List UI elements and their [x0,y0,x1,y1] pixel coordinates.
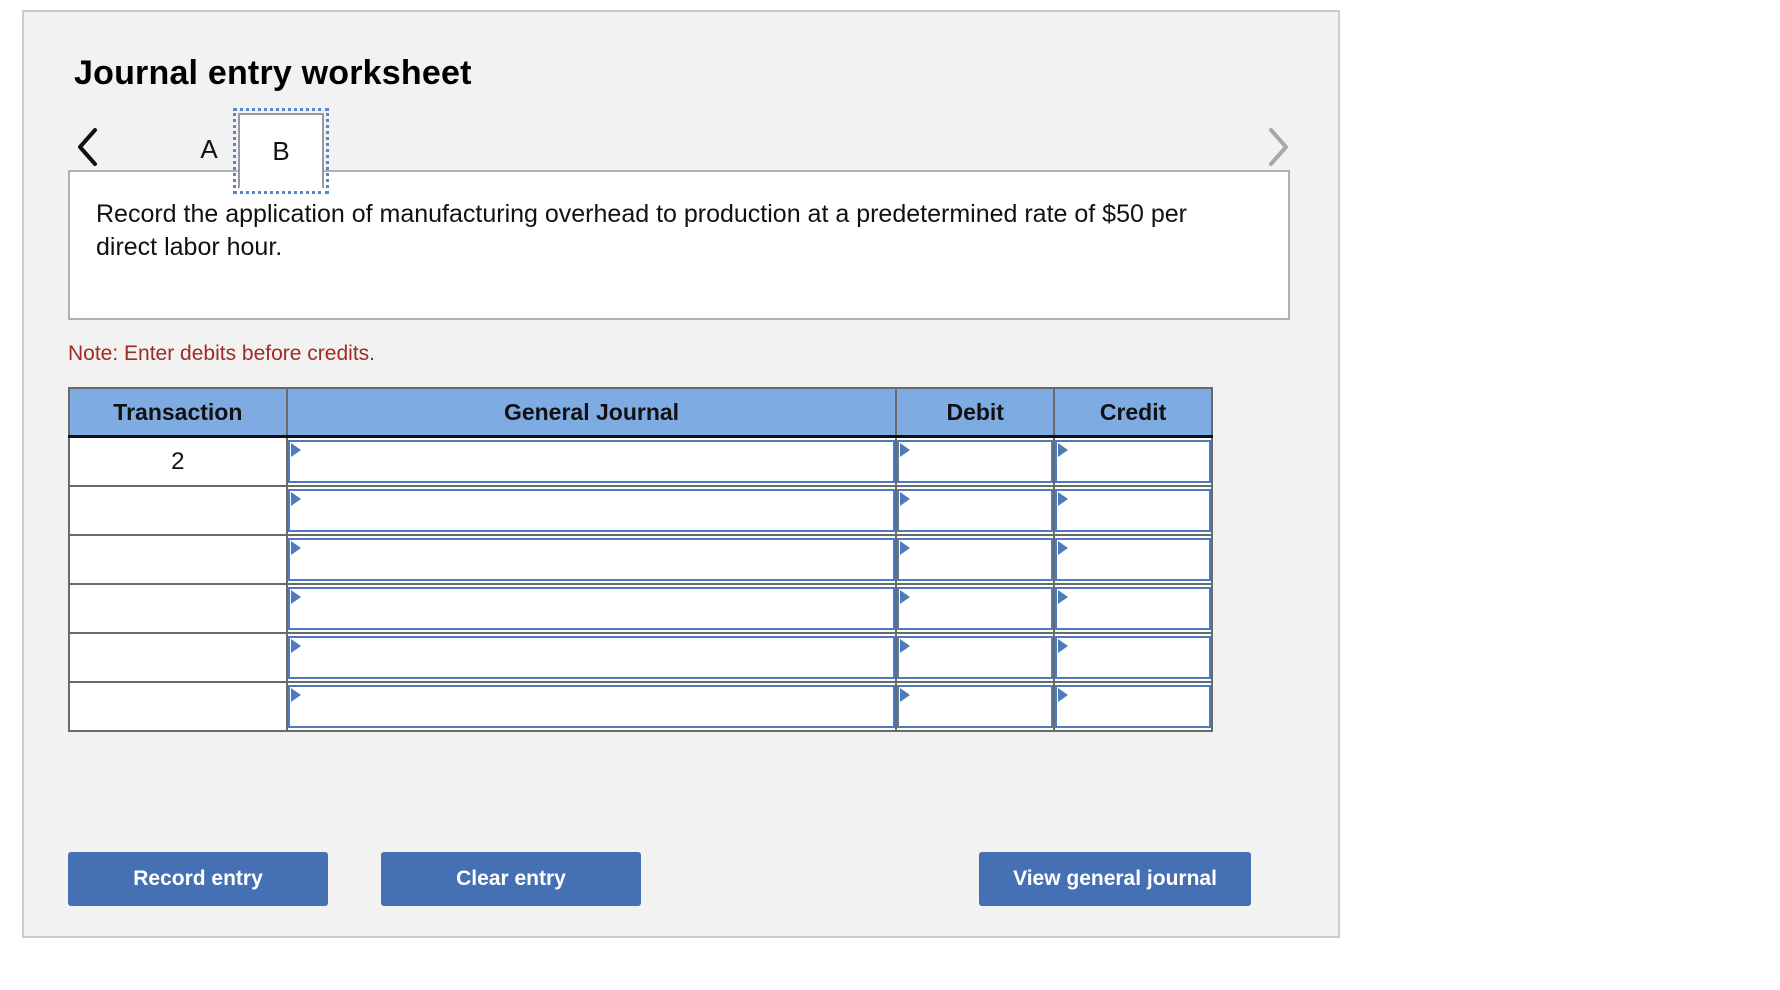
debit-input[interactable] [897,685,1054,728]
credit-cell[interactable] [1053,583,1213,634]
transaction-description-box: Record the application of manufacturing … [68,170,1290,320]
transaction-number-cell [68,485,288,536]
credit-input[interactable] [1055,489,1211,532]
credit-cell[interactable] [1053,681,1213,732]
transaction-number-cell [68,632,288,683]
chevron-left-icon [78,128,97,166]
general-journal-cell[interactable] [285,485,898,536]
dropdown-triangle-icon [900,590,911,604]
transaction-description-text: Record the application of manufacturing … [96,200,1187,261]
table-header-row: Transaction General Journal Debit Credit [68,387,1213,438]
journal-entry-table: Transaction General Journal Debit Credit… [68,387,1213,732]
dropdown-triangle-icon [290,639,301,653]
dropdown-triangle-icon [290,492,301,506]
tab-b-label: B [272,135,290,166]
view-general-journal-button[interactable]: View general journal [979,852,1251,906]
dropdown-triangle-icon [290,688,301,702]
debit-cell[interactable] [895,681,1056,732]
dropdown-triangle-icon [290,443,301,457]
dropdown-triangle-icon [290,590,301,604]
dropdown-triangle-icon [900,688,911,702]
general-journal-select[interactable] [287,587,896,630]
table-row [68,534,1213,585]
credit-input[interactable] [1055,685,1211,728]
general-journal-cell[interactable] [285,435,898,487]
column-header-credit: Credit [1053,387,1213,438]
column-header-general-journal: General Journal [285,387,898,438]
next-worksheet-button[interactable] [1256,117,1300,177]
credit-input[interactable] [1055,636,1211,679]
debit-input[interactable] [897,489,1054,532]
column-header-debit: Debit [895,387,1056,438]
debit-input[interactable] [897,636,1054,679]
general-journal-select[interactable] [287,636,896,679]
previous-worksheet-button[interactable] [66,117,110,177]
table-row [68,632,1213,683]
general-journal-cell[interactable] [285,583,898,634]
credit-input[interactable] [1055,587,1211,630]
chevron-right-icon [1269,128,1288,166]
debit-cell[interactable] [895,534,1056,585]
credit-cell[interactable] [1053,485,1213,536]
dropdown-triangle-icon [1058,688,1069,702]
dropdown-triangle-icon [1058,492,1069,506]
dropdown-triangle-icon [900,492,911,506]
record-entry-button[interactable]: Record entry [68,852,328,906]
dropdown-triangle-icon [1058,541,1069,555]
credit-cell[interactable] [1053,632,1213,683]
page-title: Journal entry worksheet [74,54,472,92]
credit-cell[interactable] [1053,435,1213,487]
debit-cell[interactable] [895,485,1056,536]
credit-input[interactable] [1055,440,1211,483]
dropdown-triangle-icon [1058,443,1069,457]
tab-a-label: A [200,133,218,164]
general-journal-cell[interactable] [285,681,898,732]
debit-input[interactable] [897,440,1054,483]
debit-cell[interactable] [895,632,1056,683]
clear-entry-button[interactable]: Clear entry [381,852,641,906]
general-journal-select[interactable] [287,489,896,532]
table-row [68,681,1213,732]
general-journal-select[interactable] [287,440,896,483]
column-header-transaction: Transaction [68,387,288,438]
dropdown-triangle-icon [900,639,911,653]
table-row [68,485,1213,536]
general-journal-select[interactable] [287,538,896,581]
journal-entry-worksheet-panel: Journal entry worksheet A B Record the a… [22,10,1340,938]
tab-b[interactable]: B [233,108,329,194]
dropdown-triangle-icon [1058,590,1069,604]
debit-cell[interactable] [895,435,1056,487]
transaction-number-cell [68,681,288,732]
table-row [68,583,1213,634]
dropdown-triangle-icon [1058,639,1069,653]
table-row: 2 [68,435,1213,487]
transaction-number-cell [68,534,288,585]
debit-input[interactable] [897,538,1054,581]
dropdown-triangle-icon [900,443,911,457]
general-journal-cell[interactable] [285,632,898,683]
transaction-number-cell [68,583,288,634]
debits-before-credits-note: Note: Enter debits before credits. [68,342,375,365]
transaction-number-cell: 2 [68,435,288,487]
dropdown-triangle-icon [900,541,911,555]
general-journal-cell[interactable] [285,534,898,585]
debit-input[interactable] [897,587,1054,630]
general-journal-select[interactable] [287,685,896,728]
dropdown-triangle-icon [290,541,301,555]
debit-cell[interactable] [895,583,1056,634]
credit-cell[interactable] [1053,534,1213,585]
credit-input[interactable] [1055,538,1211,581]
